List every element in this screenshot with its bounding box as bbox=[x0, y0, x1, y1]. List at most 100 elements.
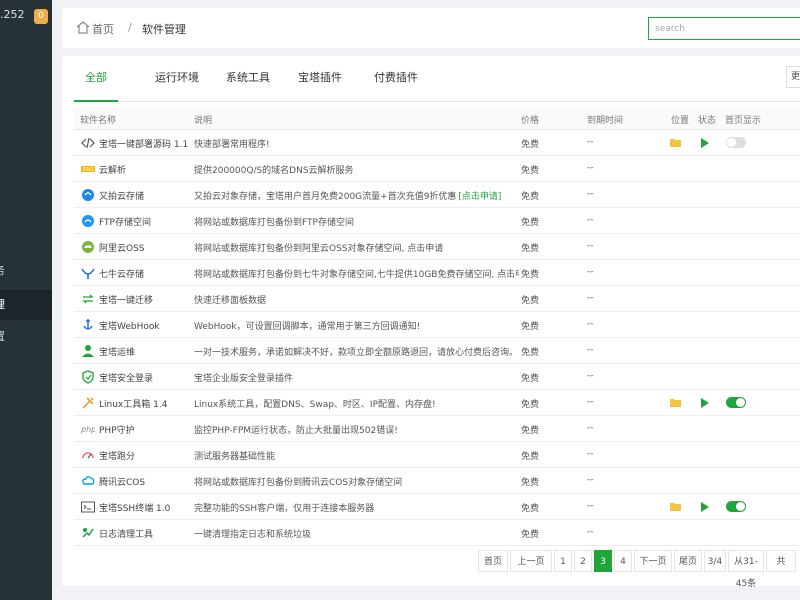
description-text: 快速迁移面板数据 bbox=[194, 296, 267, 306]
page-button[interactable]: 3/4 bbox=[704, 550, 726, 572]
software-description: 完整功能的SSH客户端，仅用于连接本服务器 bbox=[194, 501, 519, 514]
table-row[interactable]: 腾讯云COS 将网站或数据库打包备份到腾讯云COS对象存储空间 免费 -- bbox=[74, 468, 800, 494]
table-row[interactable]: 宝塔运维 一对一技术服务，承诺如解决不好，款项立即全额原路退回，请放心付费后咨询。… bbox=[74, 338, 800, 364]
qiniu-icon bbox=[81, 268, 95, 279]
software-name: 宝塔运维 bbox=[99, 348, 136, 358]
description-text: WebHook，可设置回调脚本，通常用于第三方回调通知! bbox=[194, 322, 421, 332]
price: 免费 bbox=[521, 296, 540, 306]
price: 免费 bbox=[521, 244, 540, 254]
search-input[interactable] bbox=[648, 17, 800, 40]
tab-1[interactable]: 运行环境 bbox=[144, 64, 210, 102]
software-panel: 更 全部 运行环境 系统工具 宝塔插件 付费插件 软件名称 说明 价格 到期时间 位置 状态 首页显… bbox=[62, 56, 800, 589]
server-info: .252 0 bbox=[0, 8, 52, 26]
breadcrumb-home[interactable]: 首页 bbox=[92, 21, 114, 37]
migrate-icon bbox=[82, 294, 94, 304]
description-text: 将网站或数据库打包备份到阿里云OSS对象存储空间, 点击申请 bbox=[194, 244, 444, 254]
table-row[interactable]: Linux工具箱 1.4 Linux系统工具，配置DNS、Swap、时区、IP配置… bbox=[74, 390, 800, 416]
tencent-icon bbox=[82, 476, 95, 485]
page-button[interactable]: 从31-45条 bbox=[728, 550, 764, 589]
software-description: 又拍云对象存储，宝塔用户首月免费200G流量+首次充值9折优惠 [点击申请] bbox=[194, 189, 519, 202]
software-name: 腾讯云COS bbox=[99, 478, 146, 488]
description-text: 又拍云对象存储，宝塔用户首月免费200G流量+首次充值9折优惠 bbox=[194, 192, 457, 202]
table-row[interactable]: php PHP守护 监控PHP-FPM运行状态，防止大批量出现502错误! 免费 -- bbox=[74, 416, 800, 442]
breadcrumb-current: 软件管理 bbox=[142, 23, 186, 36]
price: 免费 bbox=[521, 140, 540, 150]
page-button[interactable]: 2 bbox=[574, 550, 592, 572]
expire-time: -- bbox=[587, 137, 594, 147]
description-text: 一键清理指定日志和系统垃圾 bbox=[194, 530, 312, 540]
breadcrumb-bar: 首页 / 软件管理 bbox=[62, 8, 800, 48]
folder-icon[interactable] bbox=[670, 398, 681, 407]
software-description: 将网站或数据库打包备份到七牛对象存储空间,七牛提供10GB免费存储空间, 点击申… bbox=[194, 267, 519, 280]
software-name: 七牛云存储 bbox=[99, 270, 145, 280]
expire-time: -- bbox=[587, 163, 594, 173]
table-header: 软件名称 说明 价格 到期时间 位置 状态 首页显示 bbox=[74, 108, 800, 130]
shield-icon bbox=[82, 370, 94, 384]
software-description: 将网站或数据库打包备份到FTP存储空间 bbox=[194, 215, 519, 228]
price: 免费 bbox=[521, 478, 540, 488]
column-header: 状态 bbox=[698, 116, 717, 126]
homepage-display-toggle[interactable] bbox=[726, 397, 746, 408]
table-row[interactable]: 宝塔SSH终端 1.0 完整功能的SSH客户端，仅用于连接本服务器 免费 -- bbox=[74, 494, 800, 520]
table-row[interactable]: 宝塔一键迁移 快速迁移面板数据 免费 -- bbox=[74, 286, 800, 312]
description-text: 宝塔企业版安全登录插件 bbox=[194, 374, 294, 384]
toggle-knob bbox=[736, 502, 745, 511]
description-text: 将网站或数据库打包备份到七牛对象存储空间,七牛提供10GB免费存储空间, 点击申… bbox=[194, 270, 519, 280]
play-icon[interactable] bbox=[700, 398, 709, 408]
page-button[interactable]: 3 bbox=[594, 550, 612, 572]
table-row[interactable]: DNS 云解析 提供200000Q/S的域名DNS云解析服务 免费 -- bbox=[74, 156, 800, 182]
page-button[interactable]: 尾页 bbox=[674, 550, 702, 572]
software-description: 快速迁移面板数据 bbox=[194, 293, 519, 306]
description-text: 快速部署常用程序! bbox=[194, 140, 270, 150]
upyun-icon bbox=[82, 189, 94, 201]
notification-badge[interactable]: 0 bbox=[34, 9, 48, 24]
expire-time: -- bbox=[587, 267, 594, 277]
table-row[interactable]: 七牛云存储 将网站或数据库打包备份到七牛对象存储空间,七牛提供10GB免费存储空间… bbox=[74, 260, 800, 286]
more-button[interactable]: 更 bbox=[786, 66, 800, 88]
page-button[interactable]: 首页 bbox=[478, 550, 508, 572]
apply-link[interactable]: [点击申请] bbox=[458, 192, 501, 202]
folder-icon[interactable] bbox=[670, 138, 681, 147]
price: 免费 bbox=[521, 452, 540, 462]
table-row[interactable]: 宝塔安全登录 宝塔企业版安全登录插件 免费 -- bbox=[74, 364, 800, 390]
expire-time: -- bbox=[587, 475, 594, 485]
sidebar-item[interactable]: 置 bbox=[0, 322, 52, 352]
home-icon[interactable] bbox=[76, 21, 90, 34]
homepage-display-toggle[interactable] bbox=[726, 501, 746, 512]
sidebar-item[interactable]: 理 bbox=[0, 290, 52, 320]
page-button[interactable]: 4 bbox=[614, 550, 632, 572]
svg-text:DNS: DNS bbox=[83, 167, 94, 173]
software-name: 日志清理工具 bbox=[99, 530, 154, 540]
tab-2[interactable]: 系统工具 bbox=[220, 64, 276, 102]
page-button[interactable]: 下一页 bbox=[634, 550, 672, 572]
play-icon[interactable] bbox=[700, 502, 709, 512]
table-row[interactable]: 日志清理工具 一键清理指定日志和系统垃圾 免费 -- bbox=[74, 520, 800, 546]
tab-3[interactable]: 宝塔插件 bbox=[294, 64, 346, 102]
price: 免费 bbox=[521, 218, 540, 228]
page-button[interactable]: 共 bbox=[766, 550, 796, 572]
software-name: 宝塔WebHook bbox=[99, 322, 160, 332]
description-text: 监控PHP-FPM运行状态，防止大批量出现502错误! bbox=[194, 426, 398, 436]
play-icon[interactable] bbox=[700, 138, 709, 148]
software-description: 将网站或数据库打包备份到阿里云OSS对象存储空间, 点击申请 bbox=[194, 241, 519, 254]
tab-0[interactable]: 全部 bbox=[74, 64, 118, 102]
table-row[interactable]: 宝塔跑分 测试服务器基础性能 免费 -- bbox=[74, 442, 800, 468]
table-row[interactable]: 宝塔WebHook WebHook，可设置回调脚本，通常用于第三方回调通知! 免费 -… bbox=[74, 312, 800, 338]
homepage-display-toggle[interactable] bbox=[726, 137, 746, 148]
folder-icon[interactable] bbox=[670, 502, 681, 511]
software-name: 宝塔安全登录 bbox=[99, 374, 154, 384]
table-row[interactable]: 又拍云存储 又拍云对象存储，宝塔用户首月免费200G流量+首次充值9折优惠 [点击申… bbox=[74, 182, 800, 208]
software-name: Linux工具箱 1.4 bbox=[99, 400, 168, 410]
code-icon bbox=[81, 137, 95, 149]
tab-4[interactable]: 付费插件 bbox=[368, 64, 424, 102]
table-row[interactable]: 阿里云OSS 将网站或数据库打包备份到阿里云OSS对象存储空间, 点击申请 免费 -- bbox=[74, 234, 800, 260]
expire-time: -- bbox=[587, 423, 594, 433]
log-clean-icon bbox=[82, 528, 94, 538]
sidebar-item[interactable]: 务 bbox=[0, 256, 52, 286]
software-description: Linux系统工具，配置DNS、Swap、时区、IP配置、内存盘! bbox=[194, 397, 519, 410]
column-header: 说明 bbox=[194, 116, 213, 126]
page-button[interactable]: 上一页 bbox=[510, 550, 552, 572]
table-row[interactable]: 宝塔一键部署源码 1.1 快速部署常用程序! 免费 -- bbox=[74, 130, 800, 156]
page-button[interactable]: 1 bbox=[554, 550, 572, 572]
table-row[interactable]: FTP存储空间 将网站或数据库打包备份到FTP存储空间 免费 -- bbox=[74, 208, 800, 234]
